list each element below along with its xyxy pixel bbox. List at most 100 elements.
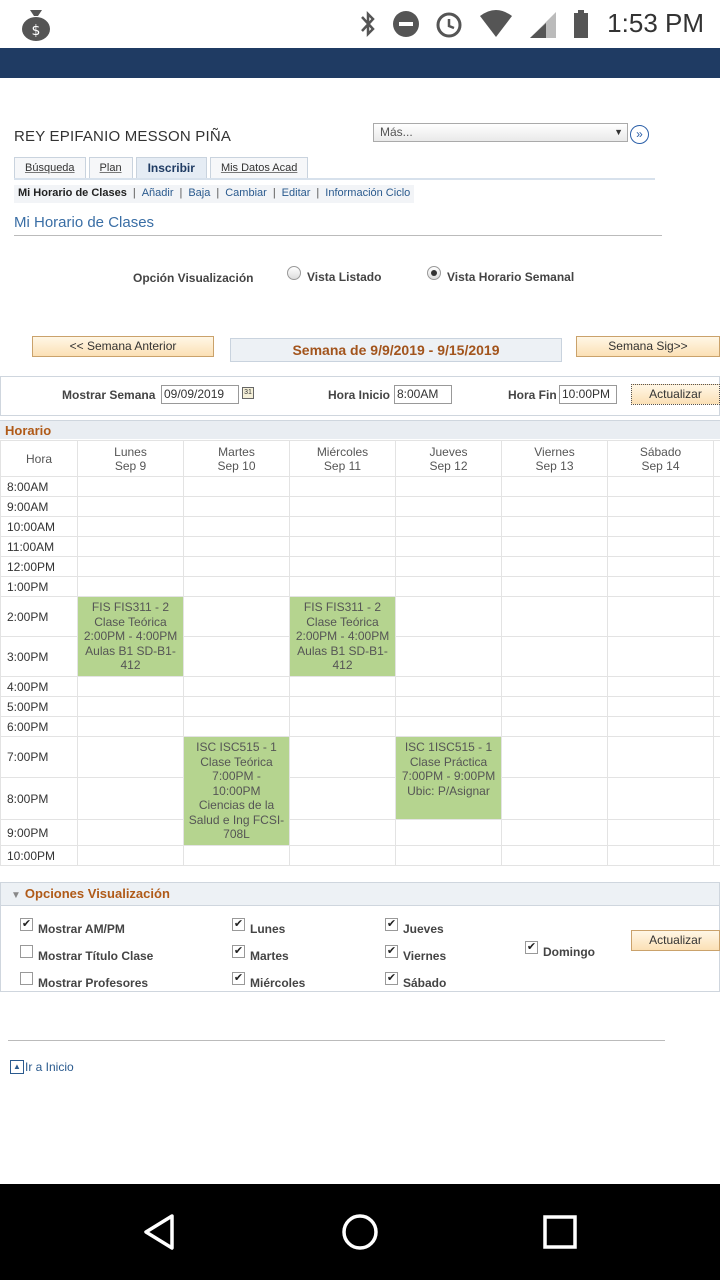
next-week-button[interactable]: Semana Sig>> bbox=[576, 336, 720, 357]
hour-label: 12:00PM bbox=[0, 556, 78, 577]
day-name: Viernes bbox=[534, 444, 575, 459]
subnav-separator: | bbox=[216, 187, 220, 199]
day-name: Miércoles bbox=[316, 444, 369, 459]
friday-checkbox[interactable]: ✔ bbox=[385, 945, 398, 958]
class-event-isc515-jueves[interactable]: ISC 1ISC515 - 1 Clase Práctica 7:00PM - … bbox=[395, 736, 502, 820]
more-select[interactable]: Más... ▼ bbox=[373, 123, 628, 142]
event-line: Salud e Ing FCSI- bbox=[188, 812, 285, 827]
hour-label: 10:00AM bbox=[0, 516, 78, 537]
schedule-grid: Hora Lunes Sep 9 Martes Sep 10 Miércoles Se… bbox=[0, 440, 720, 866]
subnav-separator: | bbox=[132, 187, 136, 199]
event-line: 412 bbox=[120, 658, 141, 672]
hour-label: 10:00PM bbox=[0, 845, 78, 866]
tab-busqueda[interactable]: Búsqueda bbox=[14, 157, 86, 179]
event-line: Ciencias de la bbox=[198, 798, 275, 812]
tab-mis-datos-acad[interactable]: Mis Datos Acad bbox=[209, 157, 309, 179]
show-week-input[interactable]: 09/09/2019 bbox=[161, 385, 239, 404]
signal-icon bbox=[530, 12, 556, 38]
student-name: REY EPIFANIO MESSON PIÑA bbox=[14, 128, 232, 145]
friday-label: Viernes bbox=[403, 949, 447, 963]
day-name: Sábado bbox=[639, 444, 682, 459]
svg-text:$: $ bbox=[32, 23, 41, 39]
wednesday-checkbox[interactable]: ✔ bbox=[232, 972, 245, 985]
subnav-link-cambiar[interactable]: Cambiar bbox=[225, 187, 267, 201]
tab-inscribir[interactable]: Inscribir bbox=[135, 157, 207, 179]
monday-checkbox[interactable]: ✔ bbox=[232, 918, 245, 931]
show-professors-checkbox[interactable] bbox=[20, 972, 33, 985]
subnav-link-baja[interactable]: Baja bbox=[188, 187, 210, 201]
subnav-separator: | bbox=[179, 187, 183, 199]
display-options-header[interactable]: ▼ Opciones Visualización bbox=[0, 882, 720, 906]
event-line: 2:00PM - 4:00PM bbox=[83, 629, 178, 643]
table-row: 5:00PM bbox=[0, 696, 720, 717]
weekly-view-radio[interactable] bbox=[427, 266, 441, 280]
hour-label: 11:00AM bbox=[0, 536, 78, 557]
subnav-separator: | bbox=[272, 187, 276, 199]
day-date: Sep 9 bbox=[114, 458, 147, 473]
event-line: Clase Teórica bbox=[200, 754, 273, 769]
thursday-checkbox[interactable]: ✔ bbox=[385, 918, 398, 931]
class-event-isc515-martes[interactable]: ISC ISC515 - 1 Clase Teórica 7:00PM - 10… bbox=[183, 736, 290, 846]
recent-apps-icon[interactable] bbox=[540, 1212, 580, 1252]
monday-label: Lunes bbox=[250, 922, 286, 936]
start-time-input[interactable]: 8:00AM bbox=[394, 385, 452, 404]
event-line: Aulas B1 SD-B1- bbox=[297, 643, 388, 658]
event-line: Clase Práctica bbox=[409, 754, 488, 769]
saturday-label: Sábado bbox=[403, 976, 447, 990]
update-options-button[interactable]: Actualizar bbox=[631, 930, 720, 951]
hour-label: 3:00PM bbox=[0, 636, 78, 677]
subnav-link-editar[interactable]: Editar bbox=[282, 187, 311, 201]
title-divider bbox=[14, 235, 662, 236]
previous-week-button[interactable]: << Semana Anterior bbox=[32, 336, 214, 357]
page-title: Mi Horario de Clases bbox=[14, 214, 155, 231]
table-row: 7:00PM ISC ISC515 - 1 Clase Teórica 7:00… bbox=[0, 736, 720, 846]
subnav-link-informacion-ciclo[interactable]: Información Ciclo bbox=[325, 187, 410, 201]
event-line: 2:00PM - 4:00PM bbox=[295, 629, 390, 643]
app-header-bar bbox=[0, 48, 720, 78]
day-name: Lunes bbox=[114, 444, 147, 459]
class-event-fis311-lunes[interactable]: FIS FIS311 - 2 Clase Teórica 2:00PM - 4:… bbox=[77, 596, 184, 677]
list-view-radio[interactable] bbox=[287, 266, 301, 280]
bluetooth-icon bbox=[361, 10, 375, 38]
collapse-triangle-icon: ▼ bbox=[11, 890, 21, 901]
schedule-header: Horario bbox=[0, 420, 720, 439]
go-home-label: Ir a Inicio bbox=[25, 1060, 74, 1074]
day-header-miercoles: Miércoles Sep 11 bbox=[289, 440, 396, 477]
event-line: 10:00PM bbox=[212, 783, 261, 798]
saturday-checkbox[interactable]: ✔ bbox=[385, 972, 398, 985]
day-date: Sep 11 bbox=[323, 458, 362, 473]
table-row: 11:00AM bbox=[0, 536, 720, 557]
calendar-icon[interactable]: 31 bbox=[242, 387, 254, 399]
day-name: Martes bbox=[218, 444, 255, 459]
day-header-lunes: Lunes Sep 9 bbox=[77, 440, 184, 477]
tab-bar: Búsqueda Plan Inscribir Mis Datos Acad bbox=[14, 157, 309, 179]
home-icon[interactable] bbox=[340, 1212, 380, 1252]
back-icon[interactable] bbox=[140, 1212, 180, 1252]
show-class-title-checkbox[interactable] bbox=[20, 945, 33, 958]
more-select-value: Más... bbox=[380, 125, 413, 139]
subnav-link-anadir[interactable]: Añadir bbox=[142, 187, 174, 201]
class-event-fis311-miercoles[interactable]: FIS FIS311 - 2 Clase Teórica 2:00PM - 4:… bbox=[289, 596, 396, 677]
go-home-link[interactable]: ▲ Ir a Inicio bbox=[10, 1060, 74, 1074]
end-time-input[interactable]: 10:00PM bbox=[559, 385, 617, 404]
hour-label: 9:00AM bbox=[0, 496, 78, 517]
hour-column-header: Hora bbox=[0, 440, 78, 477]
show-ampm-checkbox[interactable]: ✔ bbox=[20, 918, 33, 931]
tuesday-checkbox[interactable]: ✔ bbox=[232, 945, 245, 958]
hour-label: 5:00PM bbox=[0, 696, 78, 717]
battery-icon bbox=[574, 10, 588, 38]
event-line: Ubic: P/Asignar bbox=[407, 783, 490, 798]
show-ampm-label: Mostrar AM/PM bbox=[38, 922, 125, 936]
day-header-overflow bbox=[713, 440, 720, 477]
update-filter-button[interactable]: Actualizar bbox=[631, 384, 720, 405]
day-name: Jueves bbox=[429, 444, 468, 459]
sunday-checkbox[interactable]: ✔ bbox=[525, 941, 538, 954]
event-line: Clase Teórica bbox=[94, 614, 167, 629]
subnav-separator: | bbox=[316, 187, 320, 199]
hour-label: 8:00PM bbox=[0, 777, 78, 820]
event-line: Aulas B1 SD-B1- bbox=[85, 643, 176, 658]
go-button[interactable]: » bbox=[630, 125, 649, 144]
tab-plan[interactable]: Plan bbox=[88, 157, 133, 179]
table-row: 8:00AM bbox=[0, 476, 720, 497]
event-line: ISC ISC515 - 1 bbox=[196, 740, 277, 754]
